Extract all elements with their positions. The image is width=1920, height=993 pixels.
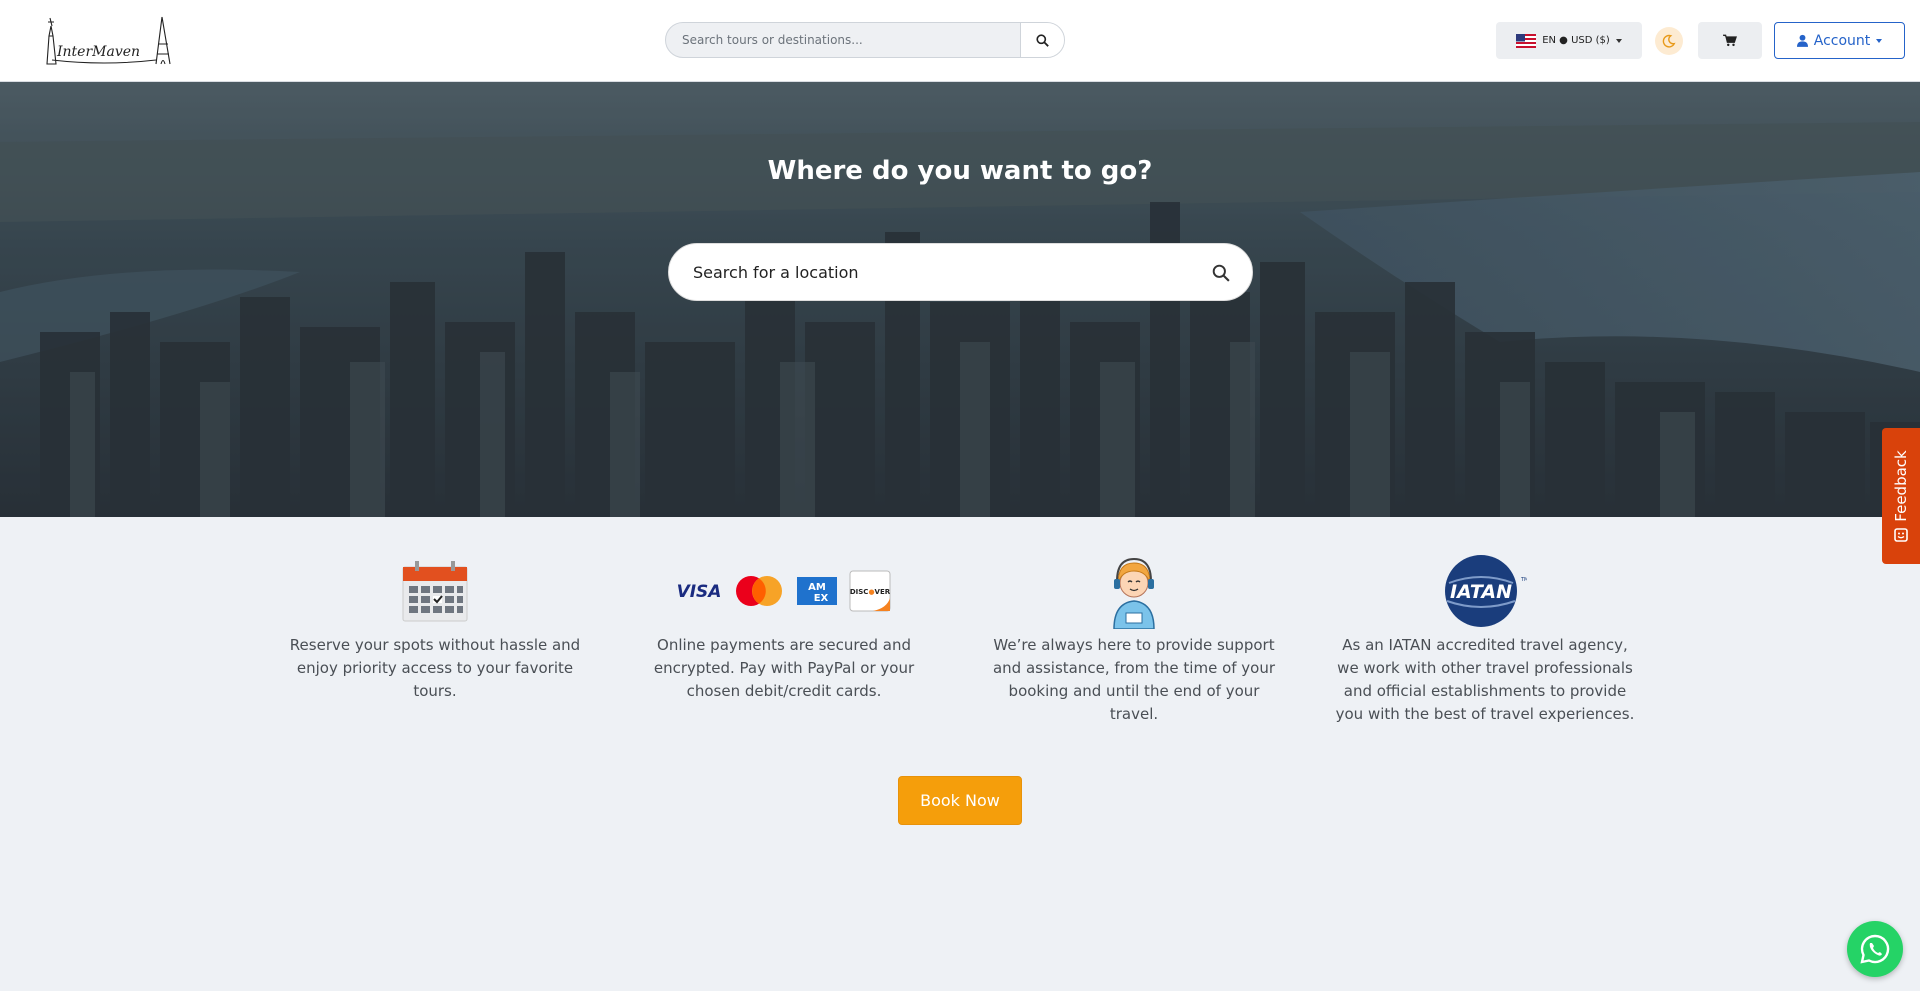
whatsapp-icon <box>1860 934 1890 964</box>
header-search-button[interactable] <box>1020 23 1064 57</box>
svg-text:TM: TM <box>1520 577 1527 583</box>
feature-payment: VISA AM EX DISC●VER Online payments are s… <box>634 553 934 703</box>
account-dropdown-button[interactable]: Account <box>1774 22 1905 59</box>
us-flag-icon <box>1516 33 1537 48</box>
feature-iatan: IATAN TM As an IATAN accredited travel a… <box>1335 553 1635 726</box>
calendar-icon <box>402 561 468 622</box>
chevron-down-icon <box>1876 38 1883 43</box>
iatan-logo-text: IATAN <box>1450 581 1512 603</box>
feature-support-text: We’re always here to provide support and… <box>992 636 1276 723</box>
search-icon <box>1036 33 1049 47</box>
feature-booking-text: Reserve your spots without hassle and en… <box>289 636 581 700</box>
feature-support: We’re always here to provide support and… <box>984 553 1284 726</box>
svg-text:VISA: VISA <box>677 582 721 602</box>
feedback-icon <box>1894 528 1908 542</box>
feedback-tab[interactable]: Feedback <box>1882 428 1920 564</box>
svg-text:EX: EX <box>814 593 829 604</box>
hero-title: Where do you want to go? <box>767 156 1153 186</box>
brand-logo-text: InterMaven <box>56 44 140 60</box>
feedback-label: Feedback <box>1892 450 1910 522</box>
user-icon <box>1796 34 1808 47</box>
whatsapp-chat-button[interactable] <box>1847 921 1903 977</box>
support-agent-icon <box>1113 557 1155 629</box>
moon-icon <box>1662 34 1676 48</box>
iatan-logo: IATAN TM <box>1445 555 1527 627</box>
cart-button[interactable] <box>1698 22 1762 59</box>
mastercard-icon <box>736 576 782 606</box>
search-icon[interactable] <box>1212 264 1230 282</box>
svg-text:DISC●VER: DISC●VER <box>850 588 891 596</box>
account-label: Account <box>1813 32 1871 49</box>
book-now-button[interactable]: Book Now <box>898 776 1022 825</box>
feature-iatan-text: As an IATAN accredited travel agency, we… <box>1335 636 1635 723</box>
feature-payment-text: Online payments are secured and encrypte… <box>653 636 915 700</box>
brand-logo[interactable]: InterMaven <box>44 14 180 66</box>
discover-card-icon: DISC●VER <box>849 570 891 612</box>
svg-text:AM: AM <box>808 582 826 593</box>
cart-icon <box>1723 34 1737 47</box>
dark-mode-toggle[interactable] <box>1655 27 1683 55</box>
header-search <box>665 22 1065 58</box>
hero-search <box>668 243 1253 301</box>
hero-banner: Where do you want to go? <box>0 82 1920 517</box>
amex-card-icon: AMEX <box>797 577 837 605</box>
visa-card-icon: VISA <box>677 582 721 602</box>
location-search-input[interactable] <box>669 244 1189 300</box>
site-header: InterMaven EN ● USD ($) Account <box>0 0 1920 82</box>
feature-booking: Reserve your spots without hassle and en… <box>285 553 585 703</box>
header-search-input[interactable] <box>666 23 1021 57</box>
language-currency-dropdown[interactable]: EN ● USD ($) <box>1496 22 1642 59</box>
payment-cards-icon: VISA AM EX DISC●VER <box>634 553 934 629</box>
chevron-down-icon <box>1615 38 1622 43</box>
language-currency-label: EN ● USD ($) <box>1542 35 1610 46</box>
